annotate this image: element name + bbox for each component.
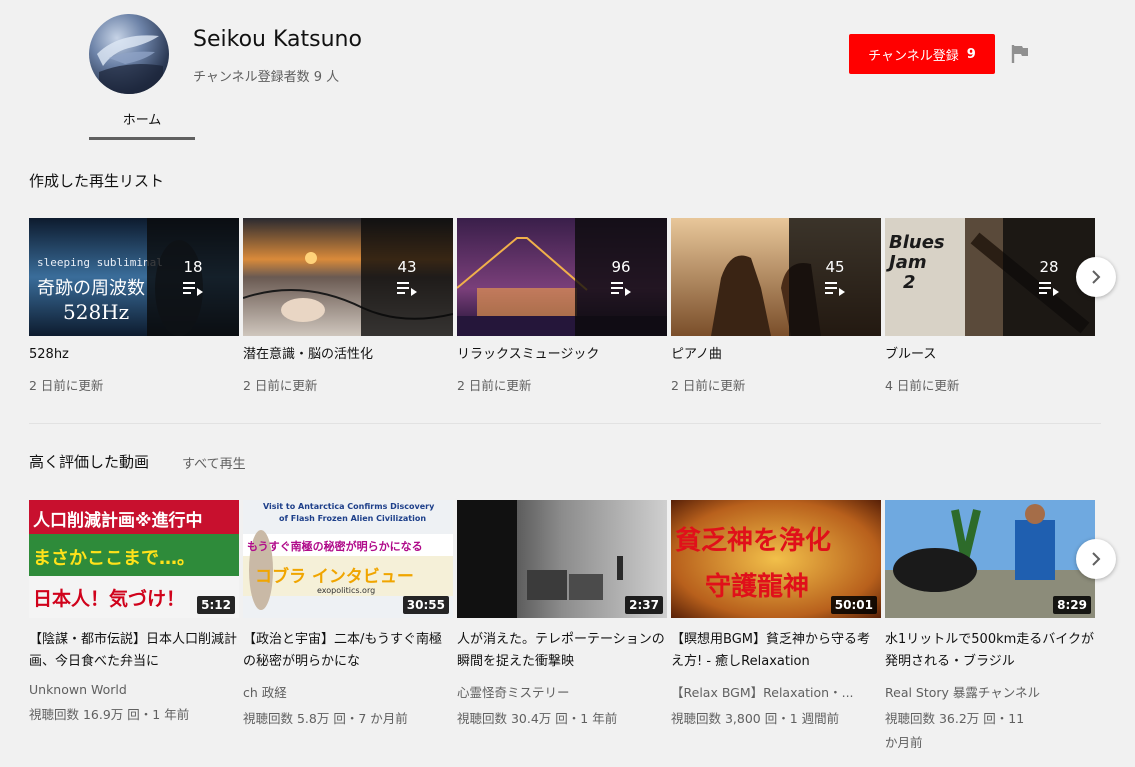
playlist-title[interactable]: 潜在意識・脳の活性化 — [243, 346, 453, 364]
video-card[interactable]: 2:37 人が消えた。テレポーテーションの瞬間を捉えた衝撃映 心霊怪奇ミステリー… — [457, 500, 667, 731]
playlist-title[interactable]: ピアノ曲 — [671, 346, 881, 364]
video-duration: 8:29 — [1053, 596, 1091, 614]
video-thumbnail[interactable]: 2:37 — [457, 500, 667, 618]
video-thumbnail[interactable]: 貧乏神を浄化 守護龍神 50:01 — [671, 500, 881, 618]
thumb-caption: 日本人！気づけ！ — [33, 588, 186, 610]
flag-icon[interactable] — [1011, 44, 1029, 64]
playlist-icon — [611, 282, 631, 296]
video-title[interactable]: 人が消えた。テレポーテーションの瞬間を捉えた衝撃映 — [457, 629, 667, 673]
thumb-caption: exopolitics.org — [317, 586, 376, 595]
thumb-caption: 守護龍神 — [705, 572, 810, 602]
playlist-updated: 2 日前に更新 — [457, 378, 532, 393]
playlist-updated: 2 日前に更新 — [671, 378, 746, 393]
tab-selected-indicator — [89, 137, 195, 140]
playlist-video-count: 45 — [825, 258, 845, 276]
subscriber-count: チャンネル登録者数 9 人 — [193, 70, 340, 85]
video-thumbnail[interactable]: Visit to Antarctica Confirms Discovery o… — [243, 500, 453, 618]
playlist-icon — [825, 282, 845, 296]
playlists-next-button[interactable] — [1076, 257, 1116, 297]
playlists-section-title[interactable]: 作成した再生リスト — [29, 170, 164, 191]
thumb-caption: Visit to Antarctica Confirms Discovery — [263, 502, 435, 511]
channel-avatar[interactable] — [89, 14, 169, 94]
thumb-caption: もうすぐ南極の秘密が明らかになる — [247, 540, 423, 553]
playlist-card[interactable]: sleeping subliminal 奇跡の周波数 528Hz 18 528h… — [29, 218, 239, 394]
video-duration: 30:55 — [402, 596, 449, 614]
subscribe-label: チャンネル登録 — [868, 48, 959, 64]
thumb-caption: of Flash Frozen Alien Civilization — [279, 514, 427, 523]
thumb-caption: 528Hz — [63, 300, 130, 324]
video-duration: 5:12 — [197, 596, 235, 614]
video-card[interactable]: 8:29 水1リットルで500km走るバイクが発明される・ブラジル Real S… — [885, 500, 1095, 755]
video-title[interactable]: 水1リットルで500km走るバイクが発明される・ブラジル — [885, 629, 1095, 673]
video-channel[interactable]: 【Relax BGM】Relaxation・... — [671, 682, 881, 701]
thumb-caption: Jam — [889, 252, 927, 273]
playlist-overlay: 43 — [361, 218, 453, 336]
playlist-thumbnail[interactable]: 96 — [457, 218, 667, 336]
video-duration: 50:01 — [830, 596, 877, 614]
video-channel[interactable]: 心霊怪奇ミステリー — [457, 682, 667, 701]
playlist-video-count: 28 — [1039, 258, 1059, 276]
video-card[interactable]: 人口削減計画※進行中 まさかここまで…。 日本人！気づけ！ 5:12 【陰謀・都… — [29, 500, 239, 727]
video-duration: 2:37 — [625, 596, 663, 614]
playlist-card[interactable]: 45 ピアノ曲 2 日前に更新 — [671, 218, 881, 394]
video-thumbnail[interactable]: 8:29 — [885, 500, 1095, 618]
thumb-caption: 人口削減計画※進行中 — [33, 511, 203, 531]
video-title[interactable]: 【瞑想用BGM】貧乏神から守る考え方! - 癒しRelaxation — [671, 629, 881, 673]
subscribe-count: 9 — [966, 46, 976, 62]
playlist-thumbnail[interactable]: 45 — [671, 218, 881, 336]
playlist-thumbnail[interactable]: sleeping subliminal 奇跡の周波数 528Hz 18 — [29, 218, 239, 336]
video-meta: 視聴回数 36.2万 回・11 か月前 — [885, 711, 1025, 750]
section-divider — [29, 423, 1101, 424]
playlist-updated: 2 日前に更新 — [29, 378, 104, 393]
thumb-caption: 奇跡の周波数 — [37, 278, 145, 299]
playlist-overlay: 18 — [147, 218, 239, 336]
video-meta: 視聴回数 3,800 回・1 週間前 — [671, 711, 840, 726]
liked-section-title[interactable]: 高く評価した動画 — [29, 451, 149, 472]
video-channel[interactable]: Unknown World — [29, 682, 239, 697]
thumb-caption: 2 — [903, 272, 916, 293]
video-meta: 視聴回数 16.9万 回・1 年前 — [29, 707, 190, 722]
playlist-title[interactable]: ブルース — [885, 346, 1095, 364]
playlist-overlay: 45 — [789, 218, 881, 336]
play-all-link[interactable]: すべて再生 — [182, 453, 246, 472]
thumb-caption: Blues — [889, 232, 945, 253]
chevron-right-icon — [1092, 270, 1101, 284]
subscribe-button[interactable]: チャンネル登録 9 — [849, 34, 995, 74]
chevron-right-icon — [1092, 552, 1101, 566]
video-thumbnail[interactable]: 人口削減計画※進行中 まさかここまで…。 日本人！気づけ！ 5:12 — [29, 500, 239, 618]
video-meta: 視聴回数 5.8万 回・7 か月前 — [243, 711, 408, 726]
thumb-caption: コブラ インタビュー — [255, 567, 414, 587]
playlist-card[interactable]: 96 リラックスミュージック 2 日前に更新 — [457, 218, 667, 394]
playlist-video-count: 18 — [183, 258, 203, 276]
thumb-caption: 貧乏神を浄化 — [675, 526, 832, 556]
playlist-overlay: 96 — [575, 218, 667, 336]
video-title[interactable]: 【陰謀・都市伝説】日本人口削減計画、今日食べた弁当に — [29, 629, 239, 673]
video-title[interactable]: 【政治と宇宙】二本/もうすぐ南極の秘密が明らかにな — [243, 629, 453, 673]
thumb-caption: まさかここまで…。 — [33, 548, 195, 569]
channel-name: Seikou Katsuno — [193, 27, 362, 52]
playlist-icon — [397, 282, 417, 296]
playlist-icon — [183, 282, 203, 296]
playlist-video-count: 43 — [397, 258, 417, 276]
playlist-updated: 2 日前に更新 — [243, 378, 318, 393]
playlist-card[interactable]: Blues Jam 2 28 ブルース 4 日前に更新 — [885, 218, 1095, 394]
video-channel[interactable]: ch 政経 — [243, 682, 453, 701]
video-card[interactable]: Visit to Antarctica Confirms Discovery o… — [243, 500, 453, 731]
playlist-title[interactable]: 528hz — [29, 346, 239, 364]
playlist-updated: 4 日前に更新 — [885, 378, 960, 393]
thumb-caption: sleeping subliminal — [37, 256, 163, 269]
video-meta: 視聴回数 30.4万 回・1 年前 — [457, 711, 618, 726]
tab-home[interactable]: ホーム — [89, 106, 195, 141]
liked-next-button[interactable] — [1076, 539, 1116, 579]
video-card[interactable]: 貧乏神を浄化 守護龍神 50:01 【瞑想用BGM】貧乏神から守る考え方! - … — [671, 500, 881, 731]
playlist-video-count: 96 — [611, 258, 631, 276]
playlist-thumbnail[interactable]: Blues Jam 2 28 — [885, 218, 1095, 336]
playlist-thumbnail[interactable]: 43 — [243, 218, 453, 336]
video-channel[interactable]: Real Story 暴露チャンネル — [885, 682, 1095, 701]
playlist-title[interactable]: リラックスミュージック — [457, 346, 667, 364]
playlist-card[interactable]: 43 潜在意識・脳の活性化 2 日前に更新 — [243, 218, 453, 394]
playlist-icon — [1039, 282, 1059, 296]
